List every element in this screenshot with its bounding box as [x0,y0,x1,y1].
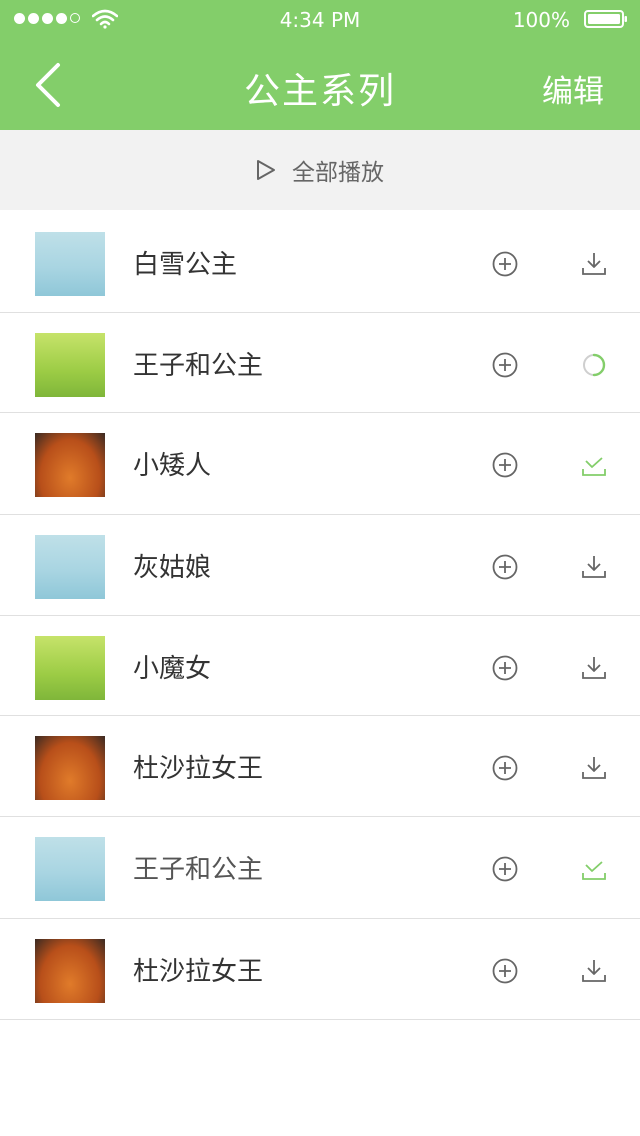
song-cover-image [35,636,105,700]
header: 4:34 PM 100% 公主系列 编辑 [0,0,640,130]
song-cover-image [35,535,105,599]
song-list: 白雪公主 王子和公主 小矮人 灰姑娘 小魔女 杜沙拉女王 王子和公主 杜沙拉女王 [0,212,640,1020]
play-icon [257,160,275,180]
song-row[interactable]: 王子和公主 [0,817,640,919]
add-to-playlist-icon[interactable] [492,958,518,984]
song-cover-image [35,736,105,800]
song-cover-image [35,433,105,497]
add-to-playlist-icon[interactable] [492,352,518,378]
song-row[interactable]: 王子和公主 [0,313,640,413]
song-row[interactable]: 白雪公主 [0,212,640,313]
add-to-playlist-icon[interactable] [492,655,518,681]
song-row[interactable]: 小魔女 [0,616,640,716]
download-icon[interactable] [581,251,607,277]
downloaded-check-icon[interactable] [581,452,607,478]
song-cover-image [35,837,105,901]
song-title: 杜沙拉女王 [133,957,264,987]
add-to-playlist-icon[interactable] [492,452,518,478]
add-to-playlist-icon[interactable] [492,856,518,882]
back-button[interactable] [26,60,70,110]
add-to-playlist-icon[interactable] [492,755,518,781]
add-to-playlist-icon[interactable] [492,251,518,277]
song-title: 小魔女 [133,654,212,684]
status-bar: 4:34 PM 100% [0,0,640,40]
download-icon[interactable] [581,554,607,580]
song-title: 王子和公主 [133,351,264,381]
download-icon[interactable] [581,958,607,984]
download-icon[interactable] [581,755,607,781]
song-title: 白雪公主 [133,250,238,280]
song-title: 杜沙拉女王 [133,754,264,784]
song-cover-image [35,232,105,296]
loading-icon[interactable] [581,352,607,378]
edit-button[interactable]: 编辑 [542,66,604,111]
song-row[interactable]: 灰姑娘 [0,515,640,616]
play-all-label: 全部播放 [292,160,384,186]
battery-percent: 100% [512,8,570,32]
download-icon[interactable] [581,655,607,681]
nav-bar: 公主系列 编辑 [0,40,640,130]
song-row[interactable]: 小矮人 [0,413,640,515]
play-all-button[interactable]: 全部播放 [0,130,640,210]
battery-icon [584,10,627,28]
song-row[interactable]: 杜沙拉女王 [0,919,640,1020]
song-cover-image [35,333,105,397]
song-row[interactable]: 杜沙拉女王 [0,716,640,817]
song-title: 灰姑娘 [133,553,212,583]
song-title: 小矮人 [133,451,212,481]
song-cover-image [35,939,105,1003]
downloaded-check-icon[interactable] [581,856,607,882]
add-to-playlist-icon[interactable] [492,554,518,580]
song-title: 王子和公主 [133,855,264,885]
